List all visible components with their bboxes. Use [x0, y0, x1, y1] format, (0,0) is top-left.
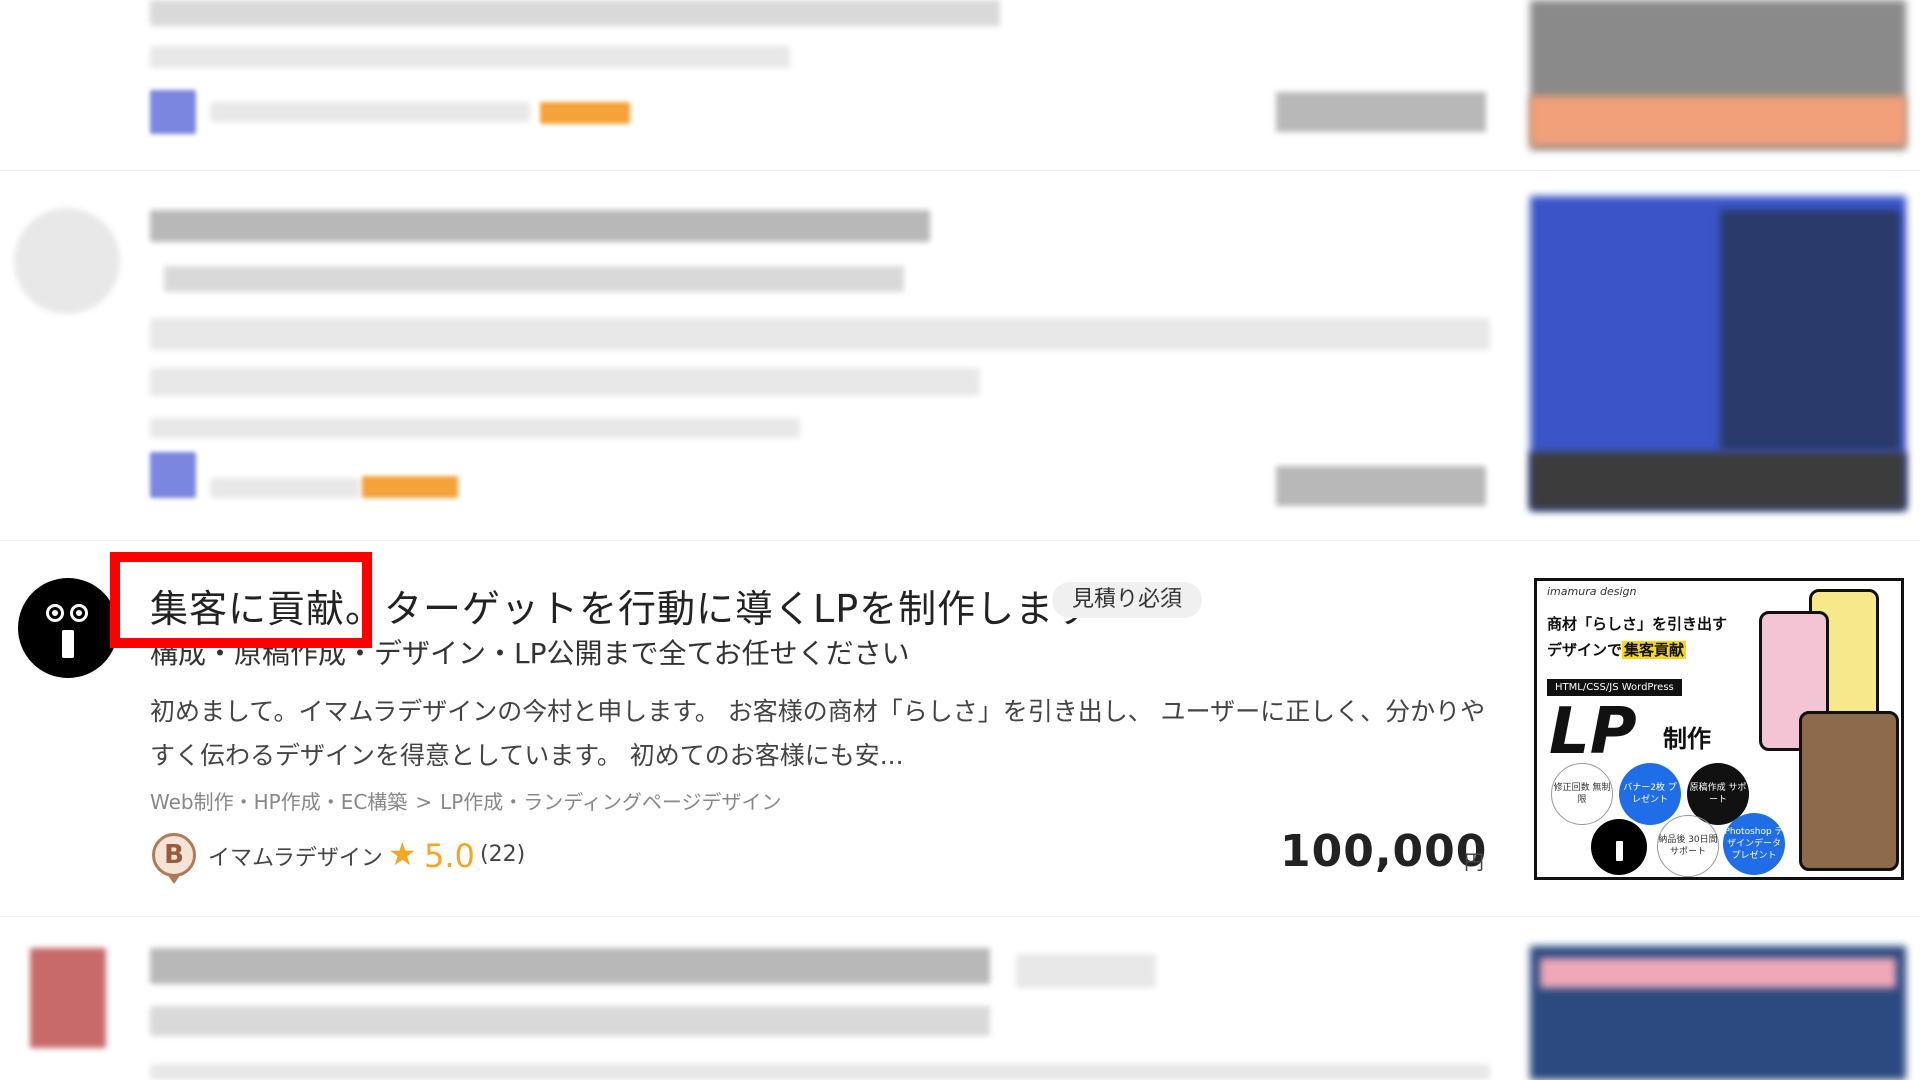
blurred-avatar[interactable] [14, 208, 120, 314]
blurred-badge [1016, 954, 1156, 988]
blurred-title [150, 0, 1000, 26]
seller-rank-badge: B [152, 833, 196, 877]
thumbnail-badge: 修正回数 無制限 [1551, 763, 1613, 825]
thumbnail-badge: バナー2枚 プレゼント [1619, 763, 1681, 825]
rating-value: 5.0 [424, 837, 475, 875]
seller-name[interactable]: イマムラデザイン [208, 840, 383, 872]
review-count: (22) [480, 842, 526, 867]
blurred-seller-icon [150, 452, 196, 498]
blurred-subtitle [150, 1006, 990, 1036]
blurred-subtitle [164, 266, 904, 292]
divider [0, 916, 1920, 917]
divider [0, 540, 1920, 541]
annotation-highlight-box [110, 552, 372, 648]
blurred-category [150, 418, 800, 438]
blurred-price [1276, 92, 1486, 132]
listing-thumbnail[interactable]: imamura design 商材「らしさ」を引き出す デザインで 集客貢献 HT… [1534, 578, 1904, 880]
blurred-thumbnail-band [1530, 452, 1906, 510]
blurred-seller-name [210, 478, 360, 498]
blurred-description [150, 368, 980, 396]
price: 100,000 [1280, 826, 1488, 877]
blurred-title [150, 210, 930, 242]
avatar-mark [62, 630, 74, 658]
thumbnail-badge: 納品後 30日間 サポート [1657, 815, 1719, 877]
thumbnail-big-text: LP [1549, 695, 1637, 769]
thumbnail-headline-line1: 商材「らしさ」を引き出す [1547, 615, 1728, 633]
category-parent-link[interactable]: Web制作・HP作成・EC構築 [150, 790, 407, 814]
star-icon: ★ [388, 835, 417, 873]
thumbnail-phone-mockup [1799, 711, 1899, 871]
breadcrumb-separator: > [415, 790, 433, 814]
blurred-rating [362, 476, 458, 498]
category-breadcrumb: Web制作・HP作成・EC構築 > LP作成・ランディングページデザイン [150, 786, 781, 815]
thumbnail-tech-label: HTML/CSS/JS WordPress [1547, 679, 1682, 696]
blurred-price [1276, 466, 1486, 506]
divider [0, 170, 1920, 171]
thumbnail-headline-prefix: デザインで [1547, 641, 1623, 659]
thumbnail-headline-highlight: 集客貢献 [1622, 641, 1687, 659]
blurred-thumbnail-band [1530, 96, 1906, 146]
blurred-title [150, 948, 990, 984]
blurred-seller-icon [150, 90, 196, 134]
title-rest: ターゲットを行動に導くLPを制作します [384, 587, 1094, 631]
estimate-required-badge: 見積り必須 [1052, 582, 1203, 618]
listing-description: 初めまして。イマムラデザインの今村と申します。 お客様の商材「らしさ」を引き出し… [150, 697, 1486, 770]
thumbnail-headline: 商材「らしさ」を引き出す デザインで 集客貢献 [1547, 611, 1727, 663]
avatar-eye [46, 604, 64, 622]
seller-avatar[interactable] [18, 578, 118, 678]
currency: 円 [1464, 850, 1484, 874]
thumbnail-headline-line2: デザインで 集客貢献 [1547, 637, 1727, 663]
blurred-category [150, 46, 790, 68]
blurred-thumbnail-band [1540, 958, 1896, 988]
category-child-link[interactable]: LP作成・ランディングページデザイン [440, 790, 781, 814]
blurred-avatar[interactable] [30, 948, 106, 1048]
thumbnail-logo-icon [1591, 819, 1647, 875]
blurred-seller-name [210, 102, 530, 122]
blurred-thumbnail-person [1720, 210, 1900, 450]
blurred-rating [540, 102, 630, 124]
thumbnail-badge: Photoshop デザインデータ プレゼント [1723, 813, 1785, 875]
blurred-description [150, 1064, 1490, 1080]
thumbnail-big-suffix: 制作 [1663, 725, 1711, 753]
blurred-description [150, 318, 1490, 350]
avatar-eye [70, 604, 88, 622]
thumbnail-brand: imamura design [1547, 585, 1637, 598]
